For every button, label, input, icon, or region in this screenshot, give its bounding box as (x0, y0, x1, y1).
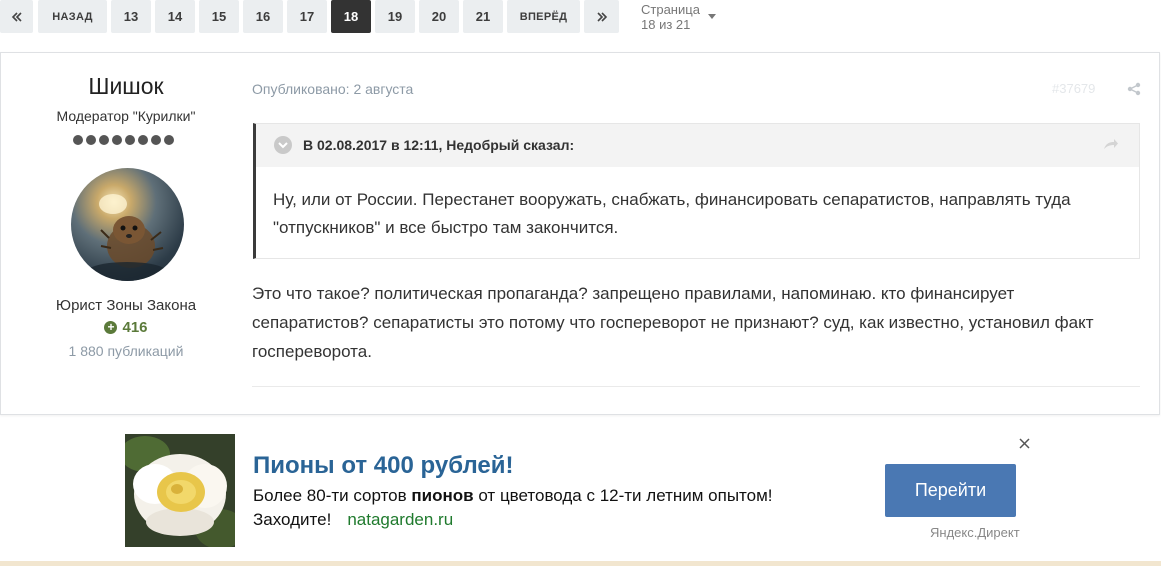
ad-cta-text: Заходите! (253, 510, 332, 529)
reply-arrow-icon[interactable] (1103, 137, 1119, 151)
rank-pip (138, 135, 148, 145)
rank-pip (112, 135, 122, 145)
ad-peony-image[interactable] (125, 434, 235, 547)
author-panel: Шишок Модератор "Курилки" Юрист Зоны Зак… (1, 53, 251, 414)
quote-citation: В 02.08.2017 в 12:11, Недобрый сказал: (303, 137, 575, 153)
page-15-button[interactable]: 15 (199, 0, 239, 33)
ad-source-label[interactable]: Яндекс.Директ (930, 525, 1020, 540)
close-icon[interactable] (1018, 437, 1031, 450)
last-page-button[interactable] (584, 0, 619, 33)
ad-description: Более 80-ти сортов пионов от цветовода с… (253, 486, 773, 506)
double-chevron-left-icon (11, 11, 22, 22)
ad-domain-link[interactable]: natagarden.ru (347, 510, 453, 529)
share-icon[interactable] (1127, 82, 1141, 96)
author-title: Юрист Зоны Закона (55, 297, 197, 314)
caret-down-icon (707, 14, 716, 19)
forum-post: Шишок Модератор "Курилки" Юрист Зоны Зак… (0, 52, 1160, 415)
page-19-button[interactable]: 19 (375, 0, 415, 33)
double-chevron-right-icon (596, 11, 607, 22)
published-date: Опубликовано: 2 августа (252, 81, 414, 97)
author-group: Модератор "Курилки" (56, 108, 196, 124)
ad-line1-after: от цветовода с 12-ти летним опытом! (473, 486, 773, 505)
quote-text: Ну, или от России. Перестанет вооружать,… (273, 190, 1071, 237)
post-body: Опубликовано: 2 августа #37679 В 02.08.2… (252, 53, 1141, 414)
page-13-button[interactable]: 13 (111, 0, 151, 33)
page-14-button[interactable]: 14 (155, 0, 195, 33)
reputation-badge: + 416 (1, 319, 251, 336)
page-18-button-current[interactable]: 18 (331, 0, 371, 33)
reputation-value: 416 (122, 319, 148, 336)
rank-pip (86, 135, 96, 145)
ad-line1-before: Более 80-ти сортов (253, 486, 412, 505)
author-name[interactable]: Шишок (1, 73, 251, 100)
avatar-image (87, 194, 167, 281)
author-post-count[interactable]: 1 880 публикаций (1, 343, 251, 359)
quote-block: В 02.08.2017 в 12:11, Недобрый сказал: Н… (253, 123, 1140, 259)
rank-pip (164, 135, 174, 145)
first-page-button[interactable] (0, 0, 33, 33)
page-21-button[interactable]: 21 (463, 0, 503, 33)
rank-pips (73, 135, 174, 145)
rank-pip (73, 135, 83, 145)
post-text: Это что такое? политическая пропаганда? … (252, 284, 1094, 361)
forward-button[interactable]: ВПЕРЁД (507, 0, 580, 33)
page-20-button[interactable]: 20 (419, 0, 459, 33)
rank-pip (125, 135, 135, 145)
post-number[interactable]: #37679 (1052, 81, 1095, 96)
post-divider (252, 386, 1140, 387)
rank-pip (99, 135, 109, 145)
page-16-button[interactable]: 16 (243, 0, 283, 33)
page-jump-dropdown[interactable]: Страница 18 из 21 (641, 0, 716, 33)
quote-header: В 02.08.2017 в 12:11, Недобрый сказал: (256, 124, 1139, 167)
rank-pip (151, 135, 161, 145)
page-17-button[interactable]: 17 (287, 0, 327, 33)
bottom-border (0, 561, 1161, 566)
chevron-down-icon[interactable] (274, 136, 292, 154)
plus-circle-icon: + (104, 321, 118, 334)
page-info-label: Страница 18 из 21 (641, 1, 700, 32)
author-avatar[interactable] (71, 168, 184, 281)
ad-line2: Заходите! natagarden.ru (253, 510, 453, 530)
ad-title-link[interactable]: Пионы от 400 рублей! (253, 452, 513, 480)
back-button[interactable]: НАЗАД (38, 0, 107, 33)
ad-line1-bold: пионов (411, 486, 474, 505)
ad-go-button[interactable]: Перейти (885, 464, 1016, 517)
